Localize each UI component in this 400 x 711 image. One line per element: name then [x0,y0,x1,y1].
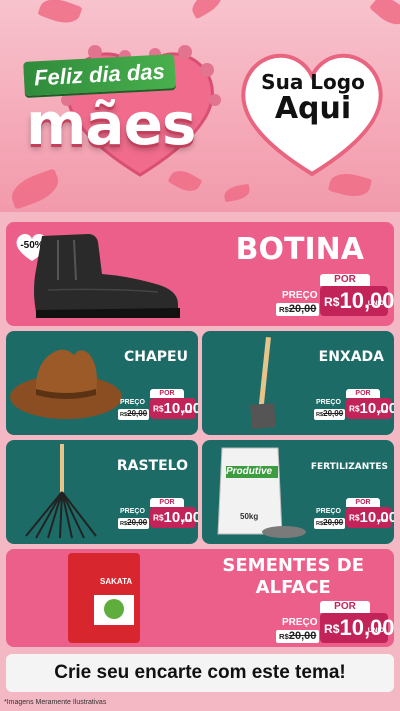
preco-label: PREÇO [282,290,318,301]
new-currency: R$ [153,404,164,414]
por-label: POR [346,498,380,507]
disclaimer: *Imagens Meramente Ilustrativas [4,699,107,706]
product-card-chapeu[interactable]: CHAPEU POR PREÇO R$20,00 R$10,00 UNID [6,331,198,435]
new-currency: R$ [349,404,360,414]
new-price: R$10,00 UNID [346,507,394,528]
hat-image [10,349,122,419]
rake-image [25,444,97,539]
old-price: R$20,00 [276,303,320,316]
preco-label: PREÇO [282,617,318,628]
por-label: POR [150,498,184,507]
product-name-line2: ALFACE [255,577,331,598]
old-price-value: 20,00 [323,518,344,527]
new-price: R$10,00 UNID [346,398,394,419]
preco-label: PREÇO [316,508,341,515]
fertilizer-bag-image [217,447,306,538]
new-price: R$10,00 UNID [150,507,198,528]
price-tag: POR PREÇO R$20,00 R$10,00 UNID [116,498,198,530]
old-currency: R$ [279,305,289,314]
new-price: R$10,00 UNID [150,398,198,419]
preco-label: PREÇO [120,508,145,515]
petal-decoration [369,0,400,31]
old-price: R$20,00 [314,518,346,529]
packet-brand: SAKATA [100,577,133,586]
logo-line2: Aqui [274,91,352,126]
new-price-value: 10,00 [339,288,394,313]
seed-packet-image [68,553,140,643]
old-price-value: 20,00 [288,630,317,642]
product-name: BOTINA [235,232,364,267]
cta-button[interactable]: Crie seu encarte com este tema! [6,654,394,692]
product-name: FERTILIZANTES [310,462,388,472]
unit-label: UNID [377,518,388,523]
boot-image [34,234,180,318]
product-card-botina[interactable]: -50% BOTINA POR PREÇO R$20,00 R$10,00 UNI… [6,222,394,326]
new-price-value: 10,00 [339,615,394,640]
por-label: POR [150,389,184,398]
old-price: R$20,00 [118,409,150,420]
preco-label: PREÇO [120,399,145,406]
unit-label: UNID [181,409,192,414]
old-price: R$20,00 [314,409,346,420]
product-name: RASTELO [116,458,188,474]
unit-label: UNID [367,627,384,634]
bag-brand: Produtive [226,466,273,477]
product-card-sementes-alface[interactable]: SAKATA SEMENTES DE ALFACE POR PREÇO R$20… [6,549,394,647]
price-tag: POR PREÇO R$20,00 R$10,00 UNID [272,274,394,318]
petal-decoration [222,183,252,203]
unit-label: UNID [367,300,384,307]
logo-line1: Sua Logo [261,70,365,94]
new-price: R$10,00 UNID [320,286,394,316]
new-price: R$10,00 UNID [320,613,394,643]
petal-decoration [187,0,227,20]
old-currency: R$ [279,632,289,641]
logo-placeholder[interactable]: Sua Logo Aqui [248,72,378,125]
new-currency: R$ [324,295,340,310]
new-currency: R$ [153,513,164,523]
price-tag: POR PREÇO R$20,00 R$10,00 UNID [272,601,394,645]
por-label: POR [320,601,370,613]
unit-label: UNID [377,409,388,414]
old-price: R$20,00 [276,630,320,643]
hoe-image [250,336,276,429]
unit-label: UNID [181,518,192,523]
old-price-value: 20,00 [323,409,344,418]
price-tag: POR PREÇO R$20,00 R$10,00 UNID [312,389,394,421]
por-label: POR [346,389,380,398]
product-name: SEMENTES DE ALFACE [222,555,364,599]
new-currency: R$ [349,513,360,523]
price-tag: POR PREÇO R$20,00 R$10,00 UNID [116,389,198,421]
old-price-value: 20,00 [288,303,317,315]
product-name-line1: SEMENTES DE [222,555,364,576]
price-tag: POR PREÇO R$20,00 R$10,00 UNID [312,498,394,530]
old-price: R$20,00 [118,518,150,529]
product-card-fertilizantes[interactable]: Produtive 50kg FERTILIZANTES POR PREÇO R… [202,440,394,544]
preco-label: PREÇO [316,399,341,406]
product-name: ENXADA [318,349,384,365]
new-currency: R$ [324,622,340,637]
product-card-enxada[interactable]: ENXADA POR PREÇO R$20,00 R$10,00 UNID [202,331,394,435]
title-lockup: Feliz dia das mães [10,50,220,170]
petal-decoration [37,0,83,29]
old-price-value: 20,00 [127,518,148,527]
header-banner: Feliz dia das mães Sua Logo Aqui [0,0,400,212]
por-label: POR [320,274,370,286]
product-card-rastelo[interactable]: RASTELO POR PREÇO R$20,00 R$10,00 UNID [6,440,198,544]
title-maes: mães [26,90,196,158]
bag-weight: 50kg [240,512,259,521]
product-name: CHAPEU [123,349,188,365]
old-price-value: 20,00 [127,409,148,418]
